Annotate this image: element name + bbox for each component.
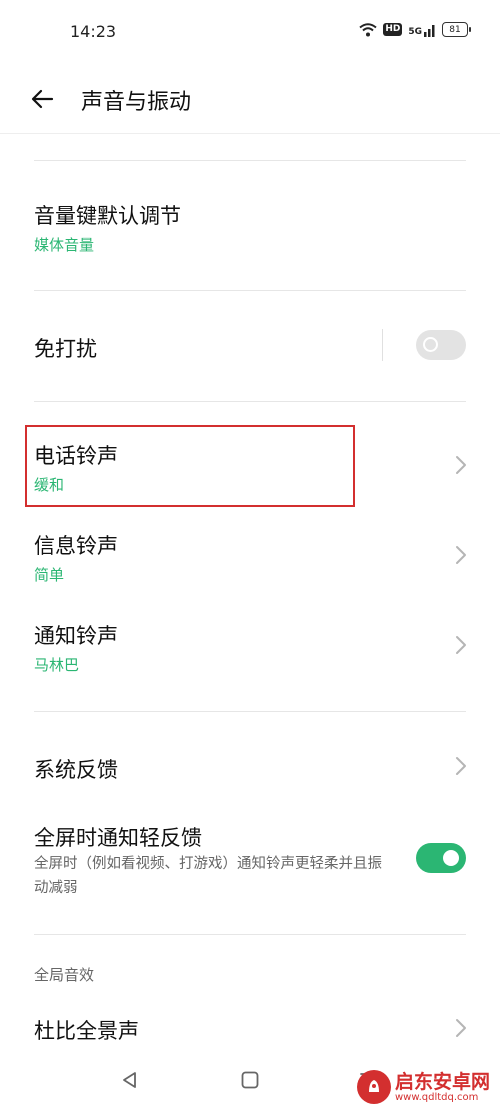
toggle-knob [443, 850, 459, 866]
divider [34, 160, 466, 161]
network-type-label: 5G [408, 26, 422, 37]
header-divider [0, 133, 500, 134]
signal-icon: 5G [408, 23, 436, 37]
watermark-logo-icon [356, 1070, 391, 1104]
toggle-knob [423, 337, 438, 352]
watermark-name: 启东安卓网 [394, 1070, 490, 1093]
message-ringtone-value: 简单 [34, 566, 65, 584]
notification-ringtone-title: 通知铃声 [34, 624, 118, 648]
divider [34, 934, 466, 935]
divider [34, 290, 466, 291]
watermark: 启东安卓网 www.qdltdq.com [356, 1070, 490, 1104]
chevron-right-icon [456, 456, 466, 474]
square-home-icon [241, 1071, 259, 1089]
battery-icon: 81 [442, 22, 471, 37]
highlight-box [25, 425, 355, 507]
back-button[interactable] [28, 84, 58, 114]
chevron-right-icon [456, 1019, 466, 1037]
status-time: 14:23 [70, 22, 117, 41]
page-title: 声音与振动 [81, 90, 192, 115]
system-feedback-title: 系统反馈 [34, 758, 118, 782]
chevron-right-icon [456, 757, 466, 775]
message-ringtone-title: 信息铃声 [34, 534, 118, 558]
watermark-url: www.qdltdq.com [394, 1091, 479, 1103]
chevron-right-icon [456, 546, 466, 564]
volume-key-title: 音量键默认调节 [34, 204, 181, 228]
do-not-disturb-title: 免打扰 [34, 337, 97, 361]
fullscreen-feedback-title: 全屏时通知轻反馈 [34, 826, 202, 850]
divider [34, 711, 466, 712]
nav-back-button[interactable] [118, 1068, 142, 1092]
wifi-icon [359, 22, 377, 36]
chevron-right-icon [456, 636, 466, 654]
nav-home-button[interactable] [240, 1070, 260, 1090]
watermark-text: 启东安卓网 www.qdltdq.com [395, 1072, 490, 1103]
divider [34, 401, 466, 402]
vertical-separator [382, 329, 383, 361]
volume-key-value: 媒体音量 [34, 236, 95, 254]
fullscreen-feedback-toggle[interactable] [416, 843, 466, 873]
fullscreen-feedback-description: 全屏时（例如看视频、打游戏）通知铃声更轻柔并且振动减弱 [34, 856, 382, 896]
arrow-left-icon [31, 89, 54, 109]
hd-badge: HD [383, 23, 403, 36]
status-icons: HD 5G 81 [359, 22, 471, 37]
section-title-global-effects: 全局音效 [34, 966, 95, 984]
notification-ringtone-value: 马林巴 [34, 656, 80, 674]
triangle-back-icon [123, 1072, 136, 1088]
dolby-atmos-title: 杜比全景声 [34, 1019, 139, 1043]
do-not-disturb-toggle[interactable] [416, 330, 466, 360]
